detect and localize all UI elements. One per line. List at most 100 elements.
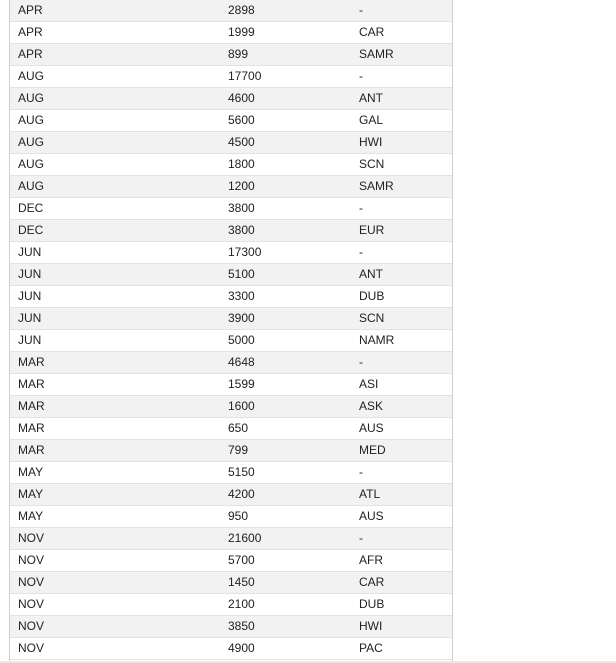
month-cell: JUN [10, 241, 228, 264]
amount-cell: 4648 [228, 351, 359, 374]
table-row: AUG 5600 GAL [10, 109, 452, 132]
month-cell: NOV [10, 527, 228, 550]
region-cell: ANT [359, 263, 452, 286]
amount-cell: 21600 [228, 527, 359, 550]
region-cell: ASI [359, 373, 452, 396]
table-row: MAY 5150- [10, 461, 452, 484]
month-cell: MAR [10, 395, 228, 418]
region-cell: MED [359, 439, 452, 462]
table-row: JUN 5000 NAMR [10, 329, 452, 352]
region-cell: HWI [359, 615, 452, 638]
table-row: AUG 1200 SAMR [10, 175, 452, 198]
table-row: MAR 1600 ASK [10, 395, 452, 418]
table-row: MAR 1599 ASI [10, 373, 452, 396]
region-cell: AFR [359, 549, 452, 572]
month-cell: AUG [10, 65, 228, 88]
region-cell: DUB [359, 593, 452, 616]
month-cell: NOV [10, 593, 228, 616]
month-cell: AUG [10, 175, 228, 198]
amount-cell: 5150 [228, 461, 359, 484]
table-row: NOV 21600- [10, 527, 452, 550]
amount-cell: 4500 [228, 131, 359, 154]
amount-cell: 17300 [228, 241, 359, 264]
table-row: APR 2898- [10, 0, 452, 22]
amount-cell: 1999 [228, 21, 359, 44]
table-row: JUN 3300 DUB [10, 285, 452, 308]
month-cell: MAR [10, 417, 228, 440]
amount-cell: 2100 [228, 593, 359, 616]
amount-cell: 4600 [228, 87, 359, 110]
amount-cell: 5000 [228, 329, 359, 352]
region-cell: EUR [359, 219, 452, 242]
month-cell: APR [10, 43, 228, 66]
month-cell: NOV [10, 571, 228, 594]
amount-cell: 650 [228, 417, 359, 440]
amount-cell: 3800 [228, 219, 359, 242]
region-cell: - [359, 527, 452, 550]
amount-cell: 17700 [228, 65, 359, 88]
table-row: NOV 1450 CAR [10, 571, 452, 594]
amount-cell: 3900 [228, 307, 359, 330]
month-cell: MAY [10, 505, 228, 528]
month-cell: JUN [10, 285, 228, 308]
region-cell: SAMR [359, 175, 452, 198]
region-cell: SAMR [359, 43, 452, 66]
month-cell: DEC [10, 197, 228, 220]
month-cell: MAR [10, 439, 228, 462]
amount-cell: 1800 [228, 153, 359, 176]
month-cell: APR [10, 0, 228, 22]
region-cell: SCN [359, 153, 452, 176]
amount-cell: 1200 [228, 175, 359, 198]
region-cell: - [359, 241, 452, 264]
month-cell: JUN [10, 263, 228, 286]
amount-cell: 2898 [228, 0, 359, 22]
amount-cell: 1600 [228, 395, 359, 418]
month-cell: MAY [10, 483, 228, 506]
amount-cell: 1450 [228, 571, 359, 594]
amount-cell: 3850 [228, 615, 359, 638]
region-cell: NAMR [359, 329, 452, 352]
month-cell: APR [10, 21, 228, 44]
table-row: JUN 3900 SCN [10, 307, 452, 330]
table-row: AUG 4500 HWI [10, 131, 452, 154]
month-cell: DEC [10, 219, 228, 242]
region-cell: - [359, 461, 452, 484]
month-cell: NOV [10, 637, 228, 660]
month-cell: AUG [10, 153, 228, 176]
amount-cell: 5600 [228, 109, 359, 132]
table-row: NOV 5700 AFR [10, 549, 452, 572]
month-cell: JUN [10, 329, 228, 352]
table-row: JUN 17300- [10, 241, 452, 264]
month-cell: MAY [10, 461, 228, 484]
amount-cell: 4900 [228, 637, 359, 660]
region-cell: SCN [359, 307, 452, 330]
region-cell: CAR [359, 21, 452, 44]
table-row: MAR 650 AUS [10, 417, 452, 440]
region-cell: PAC [359, 637, 452, 660]
table-row: NOV 2100 DUB [10, 593, 452, 616]
region-cell: AUS [359, 505, 452, 528]
table-row: MAY 950 AUS [10, 505, 452, 528]
amount-cell: 5100 [228, 263, 359, 286]
month-cell: JUN [10, 307, 228, 330]
region-cell: AUS [359, 417, 452, 440]
amount-cell: 1599 [228, 373, 359, 396]
region-cell: GAL [359, 109, 452, 132]
region-cell: HWI [359, 131, 452, 154]
region-cell: - [359, 0, 452, 22]
table-row: MAR 4648- [10, 351, 452, 374]
table-row: APR 1999 CAR [10, 21, 452, 44]
table-row: AUG 17700- [10, 65, 452, 88]
month-cell: NOV [10, 615, 228, 638]
amount-cell: 3300 [228, 285, 359, 308]
data-table-body: APR 2898- APR 1999 CAR APR 899 SAMR AUG 17700- AUG… [10, 0, 452, 660]
data-table: APR 2898- APR 1999 CAR APR 899 SAMR AUG 17700- AUG… [10, 0, 452, 660]
amount-cell: 4200 [228, 483, 359, 506]
month-cell: NOV [10, 549, 228, 572]
month-cell: MAR [10, 373, 228, 396]
region-cell: DUB [359, 285, 452, 308]
data-table-container: APR 2898- APR 1999 CAR APR 899 SAMR AUG 17700- AUG… [9, 0, 453, 663]
amount-cell: 899 [228, 43, 359, 66]
region-cell: - [359, 351, 452, 374]
amount-cell: 799 [228, 439, 359, 462]
